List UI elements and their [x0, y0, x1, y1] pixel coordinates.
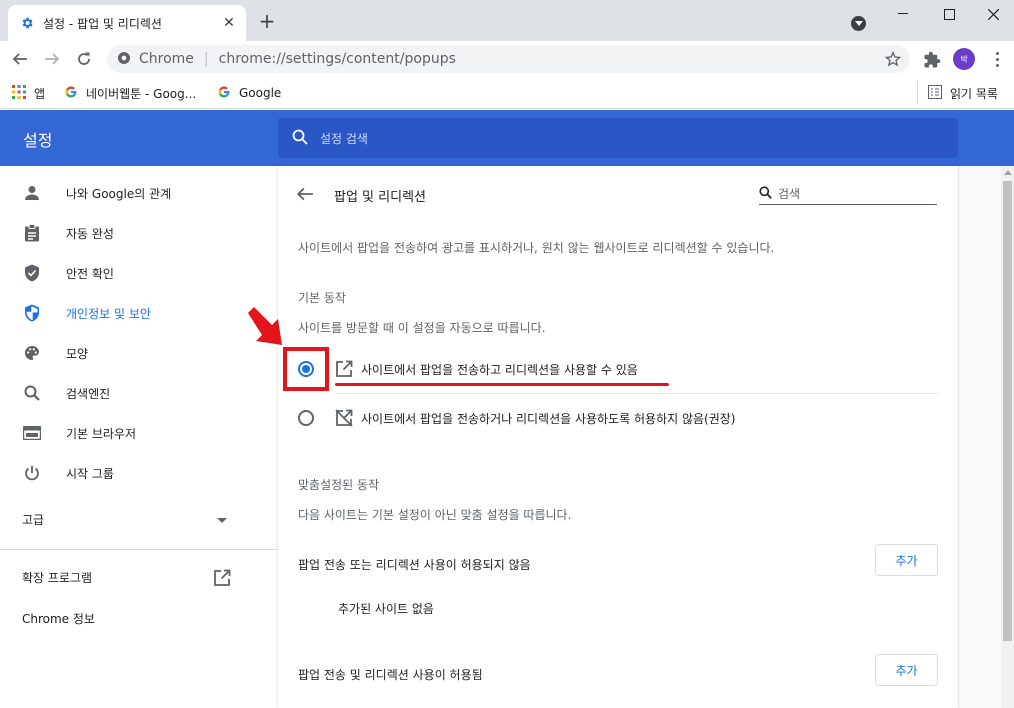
- sidebar-item-label: 시작 그룹: [66, 466, 114, 481]
- open-in-new-icon[interactable]: [213, 569, 231, 587]
- shield-check-icon: [22, 263, 42, 283]
- sidebar-item-label: 기본 브라우저: [66, 426, 137, 441]
- reading-list-icon: [928, 84, 942, 102]
- more-menu-icon[interactable]: [990, 50, 1004, 68]
- omnibox-site-label: Chrome: [139, 51, 194, 67]
- new-tab-button[interactable]: +: [257, 11, 277, 32]
- settings-search-input[interactable]: 설정 검색: [278, 118, 958, 158]
- sidebar-item-on-startup[interactable]: 시작 그룹: [0, 453, 278, 493]
- radio-allow-label: 사이트에서 팝업을 전송하고 리디렉션을 사용할 수 있음: [361, 362, 638, 377]
- sidebar-item-label: 자동 완성: [66, 226, 114, 241]
- add-blocked-site-button[interactable]: 추가: [875, 544, 938, 576]
- chevron-down-icon[interactable]: [217, 518, 227, 523]
- window-close-icon[interactable]: [970, 4, 1014, 24]
- page-search-placeholder: 검색: [778, 187, 801, 201]
- omnibox-separator: |: [203, 51, 209, 67]
- scroll-up-arrow-icon[interactable]: [1004, 170, 1012, 175]
- search-icon: [759, 185, 772, 202]
- bookmarks-bar: 앱 네이버웹툰 - Goog... Google 읽기 목록: [0, 77, 1014, 109]
- settings-search-placeholder: 설정 검색: [320, 131, 368, 146]
- scrollbar-thumb[interactable]: [1003, 181, 1012, 641]
- reading-list-button[interactable]: 읽기 목록: [917, 81, 998, 105]
- puzzle-icon[interactable]: [923, 51, 941, 69]
- apps-grid-icon: [12, 84, 26, 102]
- page-search-input[interactable]: 검색: [759, 183, 937, 205]
- annotation-underline: [335, 383, 669, 386]
- tab-search-icon[interactable]: [851, 16, 866, 31]
- popups-settings-card: 팝업 및 리디렉션 검색 사이트에서 팝업을 전송하여 광고를 표시하거나, 원…: [278, 166, 958, 708]
- star-icon[interactable]: [884, 51, 902, 67]
- sidebar-item-privacy-security[interactable]: 개인정보 및 보안: [0, 293, 278, 333]
- toolbar: Chrome | chrome://settings/content/popup…: [0, 41, 1014, 77]
- annotation-arrow-icon: [246, 307, 286, 349]
- bookmark-label: Google: [239, 86, 282, 100]
- sidebar-item-you-and-google[interactable]: 나와 Google의 관계: [0, 173, 278, 213]
- forward-arrow-icon[interactable]: [42, 49, 62, 69]
- security-shield-icon: [22, 303, 42, 323]
- sidebar-item-label: 나와 Google의 관계: [66, 186, 172, 201]
- page-description: 사이트에서 팝업을 전송하여 광고를 표시하거나, 원치 않는 웹사이트로 리디…: [298, 241, 775, 255]
- tab-close-icon[interactable]: ✕: [220, 14, 238, 32]
- settings-title: 설정: [23, 131, 53, 150]
- settings-sidebar: 나와 Google의 관계 자동 완성 안전 확인 개인정보 및 보안 모양 검…: [0, 166, 278, 708]
- google-g-icon: [64, 85, 78, 102]
- bookmark-label: 네이버웹툰 - Goog...: [86, 86, 197, 101]
- bookmark-label: 앱: [34, 86, 46, 101]
- reload-icon[interactable]: [74, 49, 94, 69]
- radio-button-unchecked[interactable]: [298, 410, 314, 426]
- chrome-site-icon: [117, 51, 131, 68]
- default-behavior-heading: 기본 동작: [298, 291, 346, 305]
- avatar[interactable]: 박: [953, 48, 975, 70]
- address-bar[interactable]: Chrome | chrome://settings/content/popup…: [107, 45, 910, 73]
- add-allowed-site-button[interactable]: 추가: [875, 654, 938, 686]
- search-icon: [22, 383, 42, 403]
- minimize-icon[interactable]: [880, 4, 926, 24]
- sidebar-item-autofill[interactable]: 자동 완성: [0, 213, 278, 253]
- power-icon: [22, 463, 42, 483]
- sidebar-about-chrome[interactable]: Chrome 정보: [22, 610, 95, 627]
- popup-blocked-icon: [335, 409, 353, 427]
- allowed-list-heading: 팝업 전송 및 리디렉션 사용이 허용됨: [298, 668, 483, 682]
- sidebar-item-label: 개인정보 및 보안: [66, 306, 151, 321]
- sidebar-item-label: 안전 확인: [66, 266, 114, 281]
- tab-title: 설정 - 팝업 및 리디렉션: [43, 16, 162, 31]
- custom-behavior-heading: 맞춤설정된 동작: [298, 478, 380, 492]
- blocked-list-heading: 팝업 전송 또는 리디렉션 사용이 허용되지 않음: [298, 558, 531, 572]
- sidebar-item-safety-check[interactable]: 안전 확인: [0, 253, 278, 293]
- omnibox-url: chrome://settings/content/popups: [218, 51, 456, 67]
- clipboard-icon: [22, 223, 42, 243]
- radio-block-popups[interactable]: 사이트에서 팝업을 전송하거나 리디렉션을 사용하도록 허용하지 않음(권장): [298, 394, 938, 442]
- empty-list-message: 추가된 사이트 없음: [338, 602, 434, 616]
- bookmark-google[interactable]: Google: [217, 83, 281, 103]
- open-in-new-icon: [335, 360, 353, 378]
- back-arrow-icon[interactable]: [296, 185, 316, 205]
- reading-list-label: 읽기 목록: [950, 86, 998, 101]
- search-icon: [292, 129, 308, 148]
- maximize-icon[interactable]: [926, 4, 972, 24]
- sidebar-item-label: 검색엔진: [66, 386, 111, 401]
- page-title: 팝업 및 리디렉션: [334, 190, 426, 205]
- back-arrow-icon[interactable]: [10, 49, 30, 69]
- divider: [0, 549, 278, 550]
- tab-settings[interactable]: 설정 - 팝업 및 리디렉션 ✕: [8, 5, 246, 41]
- sidebar-item-appearance[interactable]: 모양: [0, 333, 278, 373]
- gear-icon: [20, 16, 34, 30]
- palette-icon: [22, 343, 42, 363]
- default-behavior-subtitle: 사이트를 방문할 때 이 설정을 자동으로 따릅니다.: [298, 321, 546, 335]
- annotation-highlight-box: [283, 347, 329, 391]
- tab-strip: 설정 - 팝업 및 리디렉션 ✕ +: [0, 0, 1014, 41]
- sidebar-item-default-browser[interactable]: 기본 브라우저: [0, 413, 278, 453]
- radio-block-label: 사이트에서 팝업을 전송하거나 리디렉션을 사용하도록 허용하지 않음(권장): [361, 411, 736, 426]
- sidebar-extensions-link[interactable]: 확장 프로그램: [22, 569, 92, 586]
- bookmark-naver-webtoon[interactable]: 네이버웹툰 - Goog...: [64, 83, 196, 103]
- settings-header: 설정 설정 검색: [0, 110, 1014, 166]
- sidebar-item-search-engine[interactable]: 검색엔진: [0, 373, 278, 413]
- browser-window-icon: [22, 423, 42, 443]
- custom-behavior-subtitle: 다음 사이트는 기본 설정이 아닌 맞춤 설정을 따릅니다.: [298, 508, 572, 522]
- sidebar-advanced[interactable]: 고급: [22, 511, 44, 528]
- person-icon: [22, 183, 42, 203]
- google-g-icon: [217, 85, 231, 102]
- sidebar-item-label: 모양: [66, 346, 89, 361]
- bookmark-apps[interactable]: 앱: [12, 83, 45, 103]
